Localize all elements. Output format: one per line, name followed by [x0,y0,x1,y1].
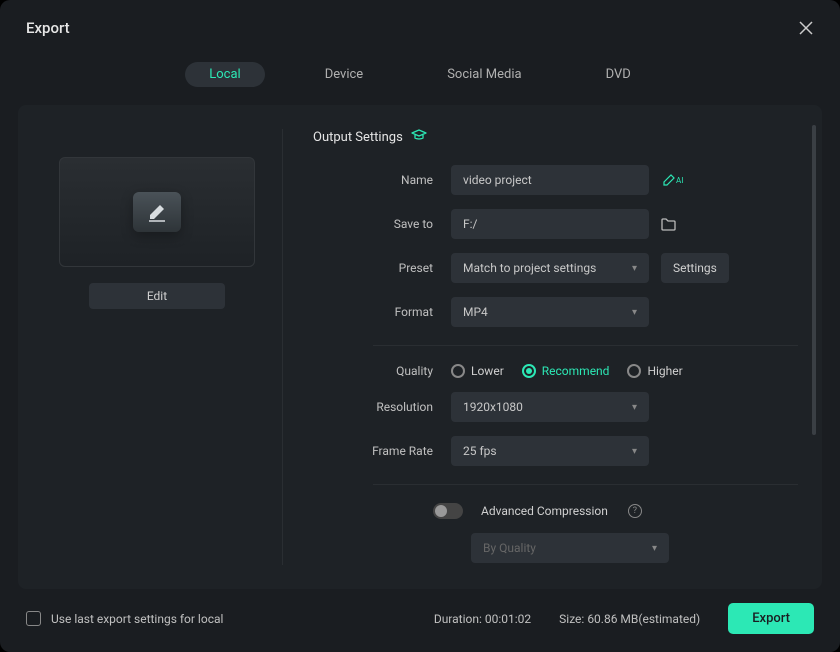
radio-icon [522,364,536,378]
radio-icon [627,364,641,378]
format-label: Format [313,305,451,319]
settings-panel: Output Settings Name AI Save to [282,129,798,565]
chevron-down-icon: ▾ [632,402,637,413]
content-area: Edit Output Settings Name AI [0,105,840,589]
quality-row: Quality Lower Recommend Higher [313,364,798,378]
pencil-icon [146,201,168,223]
framerate-row: Frame Rate 25 fps ▾ [313,436,798,466]
output-settings-title: Output Settings [313,129,798,145]
size-info: Size: 60.86 MB(estimated) [559,612,700,626]
video-preview[interactable] [59,157,255,267]
preset-select[interactable]: Match to project settings ▾ [451,253,649,283]
quality-higher[interactable]: Higher [627,364,682,378]
quality-lower-label: Lower [471,364,504,378]
use-last-settings-label: Use last export settings for local [51,612,223,626]
format-row: Format MP4 ▾ [313,297,798,327]
chevron-down-icon: ▾ [652,543,657,554]
radio-icon [451,364,465,378]
dialog-title: Export [26,19,70,37]
duration-info: Duration: 00:01:02 [434,612,531,626]
compression-mode-row: By Quality ▾ [313,533,798,563]
preset-value: Match to project settings [463,261,596,275]
content-box: Edit Output Settings Name AI [18,105,822,589]
divider [373,484,798,485]
footer-right: Duration: 00:01:02 Size: 60.86 MB(estima… [434,603,814,634]
quality-lower[interactable]: Lower [451,364,504,378]
dialog-footer: Use last export settings for local Durat… [0,589,840,652]
chevron-down-icon: ▾ [632,307,637,318]
chevron-down-icon: ▾ [632,446,637,457]
format-value: MP4 [463,305,488,319]
preset-row: Preset Match to project settings ▾ Setti… [313,253,798,283]
tab-social-media[interactable]: Social Media [423,62,545,87]
quality-label: Quality [313,364,451,378]
compression-toggle[interactable] [433,503,463,519]
tab-device[interactable]: Device [301,62,388,87]
close-icon [799,21,813,35]
footer-left: Use last export settings for local [26,611,223,626]
name-input[interactable] [451,165,649,195]
dialog-header: Export [0,0,840,48]
preset-settings-button[interactable]: Settings [661,253,729,283]
pencil-ai-icon [663,174,675,186]
help-icon[interactable]: ? [628,504,642,518]
scrollbar[interactable] [812,125,816,435]
saveto-input[interactable] [451,209,649,239]
framerate-select[interactable]: 25 fps ▾ [451,436,649,466]
name-row: Name AI [313,165,798,195]
use-last-settings-checkbox[interactable] [26,611,41,626]
quality-higher-label: Higher [647,364,682,378]
resolution-select[interactable]: 1920x1080 ▾ [451,392,649,422]
compression-label: Advanced Compression [481,504,608,518]
preview-placeholder-icon [133,192,181,232]
export-dialog: Export Local Device Social Media DVD Edi… [0,0,840,652]
export-button[interactable]: Export [728,603,814,634]
output-settings-label: Output Settings [313,130,403,145]
folder-icon [661,218,676,231]
compression-mode-select: By Quality ▾ [471,533,669,563]
quality-recommend[interactable]: Recommend [522,364,610,378]
export-tabs: Local Device Social Media DVD [0,62,840,87]
compression-mode-value: By Quality [483,541,536,555]
preview-panel: Edit [42,129,272,565]
close-button[interactable] [796,18,816,38]
preset-label: Preset [313,261,451,275]
resolution-label: Resolution [313,400,451,414]
framerate-label: Frame Rate [313,444,451,458]
compression-row: Advanced Compression ? [313,503,798,519]
divider [373,345,798,346]
saveto-row: Save to [313,209,798,239]
chevron-down-icon: ▾ [632,263,637,274]
resolution-value: 1920x1080 [463,400,523,414]
quality-recommend-label: Recommend [542,364,610,378]
resolution-row: Resolution 1920x1080 ▾ [313,392,798,422]
ai-rename-icon[interactable]: AI [663,174,683,186]
framerate-value: 25 fps [463,444,497,458]
name-label: Name [313,173,451,187]
edit-button[interactable]: Edit [89,283,225,309]
folder-browse-button[interactable] [661,218,676,231]
saveto-label: Save to [313,217,451,231]
graduation-cap-icon[interactable] [411,129,427,145]
tab-dvd[interactable]: DVD [582,62,655,87]
tab-local[interactable]: Local [185,62,264,87]
quality-radio-group: Lower Recommend Higher [451,364,683,378]
format-select[interactable]: MP4 ▾ [451,297,649,327]
